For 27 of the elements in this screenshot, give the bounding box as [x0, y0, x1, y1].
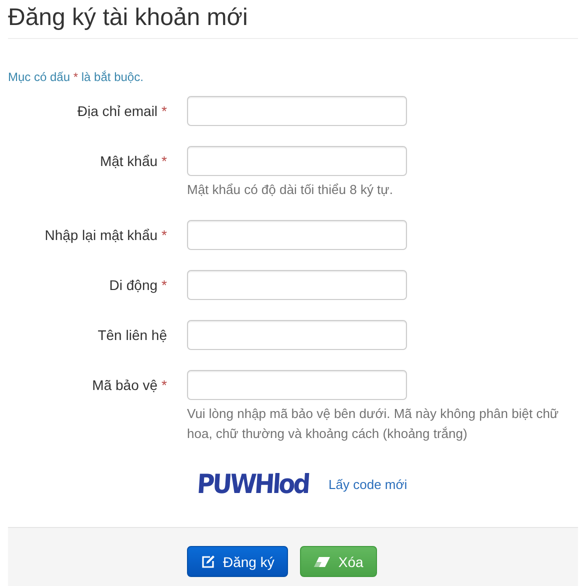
clear-button[interactable]: Xóa	[300, 546, 378, 577]
required-asterisk: *	[162, 227, 167, 243]
new-code-link[interactable]: Lấy code mới	[328, 476, 408, 492]
field-label: Mã bảo vệ	[92, 377, 158, 393]
eraser-icon	[314, 556, 330, 566]
field-label: Di động	[109, 277, 158, 293]
input-field[interactable]	[187, 270, 407, 300]
input-field[interactable]	[187, 320, 407, 350]
field-label: Nhập lại mật khẩu	[44, 227, 158, 243]
field-label: Mật khẩu	[100, 153, 158, 169]
edit-icon	[201, 555, 215, 568]
help-text: Vui lòng nhập mã bảo vệ bên dưới. Mã này không phân biệt chữ hoa, chữ thường và khoảng cách (khoảng trắng)	[187, 405, 560, 443]
page-title: Đăng ký tài khoản mới	[8, 4, 248, 32]
required-asterisk: *	[162, 103, 167, 119]
required-note: Mục có dấu * là bắt buộc.	[8, 69, 144, 85]
input-field[interactable]	[187, 370, 407, 400]
required-asterisk: *	[162, 153, 167, 169]
captcha-image: PUWHlod	[195, 468, 310, 500]
help-text: Mật khẩu có độ dài tối thiểu 8 ký tự.	[187, 181, 394, 199]
register-button[interactable]: Đăng ký	[187, 546, 288, 577]
field-label: Địa chỉ email	[77, 103, 158, 119]
input-field[interactable]	[187, 220, 407, 250]
input-field[interactable]	[187, 96, 407, 126]
field-label: Tên liên hệ	[98, 327, 167, 343]
input-field[interactable]	[187, 146, 407, 176]
required-asterisk: *	[162, 277, 167, 293]
required-asterisk: *	[162, 377, 167, 393]
